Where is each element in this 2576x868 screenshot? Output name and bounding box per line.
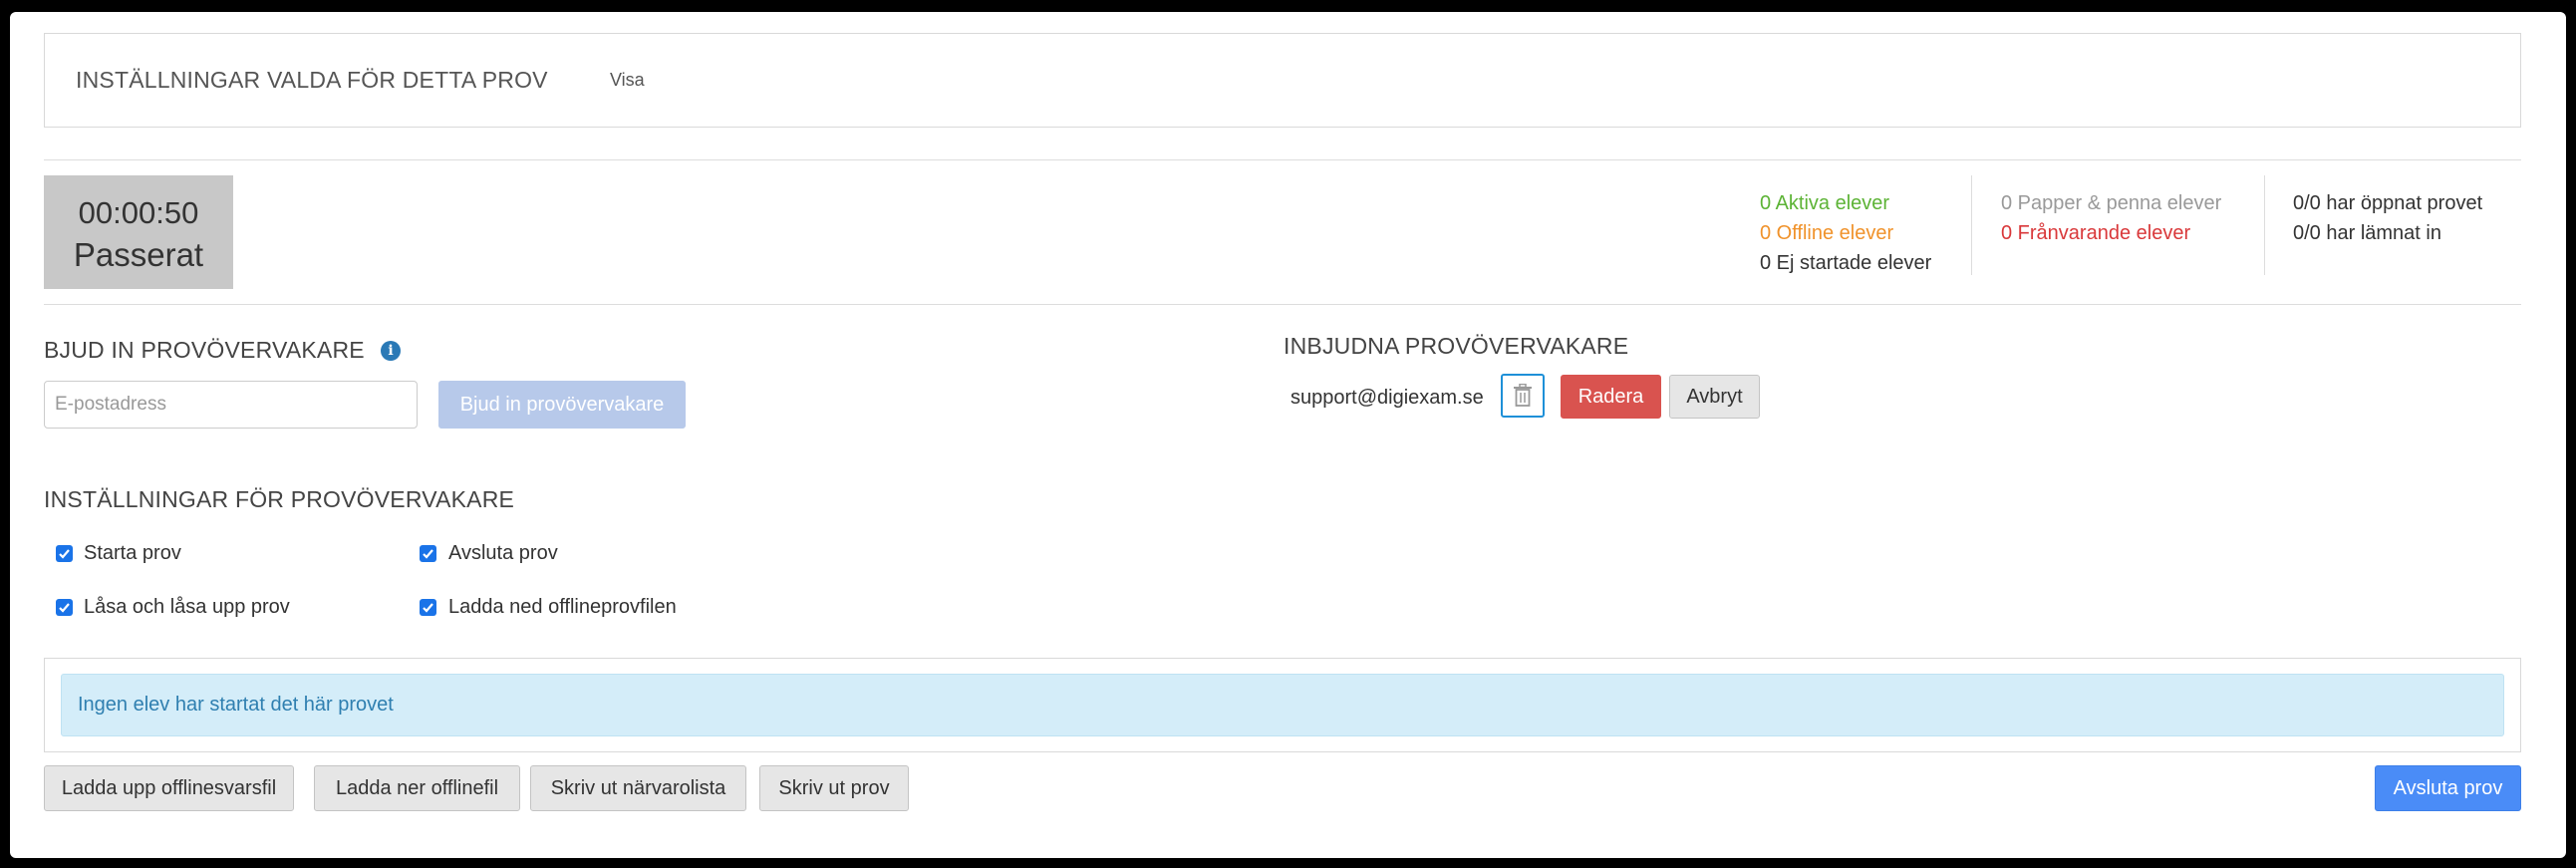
stats-separator — [2264, 175, 2265, 275]
checkbox-download-offline-label: Ladda ned offlineprovfilen — [448, 596, 677, 618]
download-offline-file-button[interactable]: Ladda ner offlinefil — [314, 765, 520, 811]
no-students-alert: Ingen elev har startat det här provet — [61, 674, 2504, 736]
info-icon[interactable]: i — [381, 341, 401, 361]
timer-value: 00:00:50 — [78, 195, 199, 230]
paper-students-count: 0 Papper & penna elever — [2001, 192, 2222, 214]
exam-monitor-page: INSTÄLLNINGAR VALDA FÖR DETTA PROV Visa … — [10, 12, 2566, 858]
upload-offline-answers-button[interactable]: Ladda upp offlinesvarsfil — [44, 765, 294, 811]
opened-exam-count: 0/0 har öppnat provet — [2293, 192, 2483, 214]
settings-panel-title: INSTÄLLNINGAR VALDA FÖR DETTA PROV — [76, 67, 548, 93]
print-attendance-button[interactable]: Skriv ut närvarolista — [530, 765, 746, 811]
timer-label: Passerat — [73, 236, 204, 273]
settings-panel: INSTÄLLNINGAR VALDA FÖR DETTA PROV Visa — [44, 33, 2521, 128]
submitted-exam-count: 0/0 har lämnat in — [2293, 222, 2441, 244]
not-started-students-count: 0 Ej startade elever — [1760, 252, 1932, 274]
divider — [44, 304, 2521, 305]
invited-supervisors-heading: INBJUDNA PROVÖVERVAKARE — [1284, 333, 1629, 359]
print-exam-button[interactable]: Skriv ut prov — [759, 765, 909, 811]
delete-supervisor-button[interactable]: Radera — [1561, 375, 1661, 419]
alert-panel: Ingen elev har startat det här provet — [44, 658, 2521, 752]
end-exam-button[interactable]: Avsluta prov — [2375, 765, 2521, 811]
checkbox-lock-exam[interactable] — [56, 599, 73, 616]
checkbox-end-exam[interactable] — [420, 545, 436, 562]
elapsed-timer: 00:00:50 Passerat — [44, 175, 233, 289]
supervisor-settings-heading: INSTÄLLNINGAR FÖR PROVÖVERVAKARE — [44, 486, 515, 512]
settings-toggle-link[interactable]: Visa — [610, 70, 645, 91]
divider — [44, 159, 2521, 160]
invite-supervisor-button[interactable]: Bjud in provövervakare — [438, 381, 686, 429]
stats-separator — [1971, 175, 1972, 275]
checkbox-start-exam-label: Starta prov — [84, 542, 181, 564]
absent-students-count: 0 Frånvarande elever — [2001, 222, 2191, 244]
invite-supervisor-heading: BJUD IN PROVÖVERVAKARE — [44, 337, 365, 363]
active-students-count: 0 Aktiva elever — [1760, 192, 1890, 214]
email-input[interactable] — [44, 381, 418, 429]
checkbox-start-exam[interactable] — [56, 545, 73, 562]
checkbox-download-offline[interactable] — [420, 599, 436, 616]
cancel-delete-button[interactable]: Avbryt — [1669, 375, 1760, 419]
trash-icon[interactable] — [1501, 374, 1545, 418]
offline-students-count: 0 Offline elever — [1760, 222, 1894, 244]
trash-icon-graphic — [1514, 384, 1532, 407]
checkbox-lock-exam-label: Låsa och låsa upp prov — [84, 596, 290, 618]
alert-message: Ingen elev har startat det här provet — [78, 694, 394, 716]
checkbox-end-exam-label: Avsluta prov — [448, 542, 558, 564]
invited-supervisor-email: support@digiexam.se — [1290, 387, 1484, 409]
